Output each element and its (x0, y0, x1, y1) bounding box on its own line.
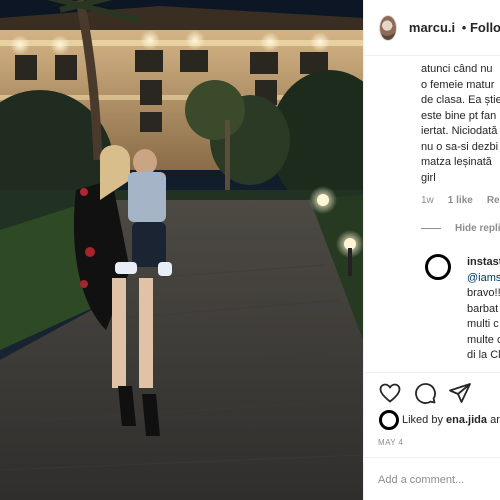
hide-replies-toggle[interactable]: Hide replie (421, 223, 500, 234)
comment-like-count[interactable]: 1 like (448, 195, 473, 206)
caption-line: nu o sa-si dezbi (421, 140, 499, 153)
comment-icon[interactable] (413, 381, 437, 405)
post-details-panel: marcu.i • Follo atunci când nu o femeie … (363, 0, 500, 500)
reply-button[interactable]: Reply (487, 195, 500, 206)
hide-replies-label: Hide replie (455, 223, 500, 234)
reply-line: multi c (467, 318, 499, 330)
comment-input[interactable] (378, 474, 498, 486)
follow-button[interactable]: Follo (470, 20, 500, 35)
reply-comment: instast @iamsı bravo!! barbat multi c mu… (467, 255, 500, 364)
reply-line: di la Cl (467, 349, 500, 361)
author-avatar[interactable] (379, 14, 397, 41)
night-scene-image (0, 0, 363, 500)
caption-line: atunci când nu (421, 63, 493, 75)
author-header-line: marcu.i • Follo (409, 20, 500, 35)
heart-icon[interactable] (378, 381, 402, 405)
post-actions (378, 381, 472, 405)
caption-line: girl (421, 171, 436, 184)
hide-replies-line (421, 228, 441, 229)
caption-line: o femeie matur (421, 78, 495, 91)
reply-line: bravo!! (467, 287, 500, 299)
author-username[interactable]: marcu.i (409, 20, 455, 35)
liked-by-text: Liked by ena.jida ar (402, 414, 500, 426)
comment-time: 1w (421, 195, 434, 206)
reply-username[interactable]: instast (467, 255, 500, 271)
post-photo[interactable] (0, 0, 363, 500)
actions-divider (364, 372, 500, 373)
caption-line: iertat. Niciodată (421, 125, 498, 137)
liked-by-avatar[interactable] (379, 410, 399, 430)
caption-line: matza leșinată (421, 156, 492, 168)
reply-line: barbat (467, 302, 499, 315)
header-separator: • (461, 20, 467, 35)
caption-line: este bine pt fan (421, 109, 497, 122)
reply-line: multe c (467, 333, 500, 346)
reply-avatar[interactable] (425, 254, 451, 280)
liked-by-user[interactable]: ena.jida (446, 414, 487, 426)
comment-meta: 1w 1 like Reply (421, 195, 500, 206)
share-icon[interactable] (448, 381, 472, 405)
liked-by-prefix: Liked by (402, 414, 443, 426)
post-header: marcu.i • Follo (364, 0, 500, 56)
post-date[interactable]: MAY 4 (378, 438, 403, 447)
reply-mention[interactable]: @iamsı (467, 271, 500, 287)
liked-by-suffix: ar (490, 414, 500, 426)
caption-line: de clasa. Ea știe (421, 94, 500, 106)
caption-text: atunci când nu o femeie matur de clasa. … (421, 62, 500, 186)
